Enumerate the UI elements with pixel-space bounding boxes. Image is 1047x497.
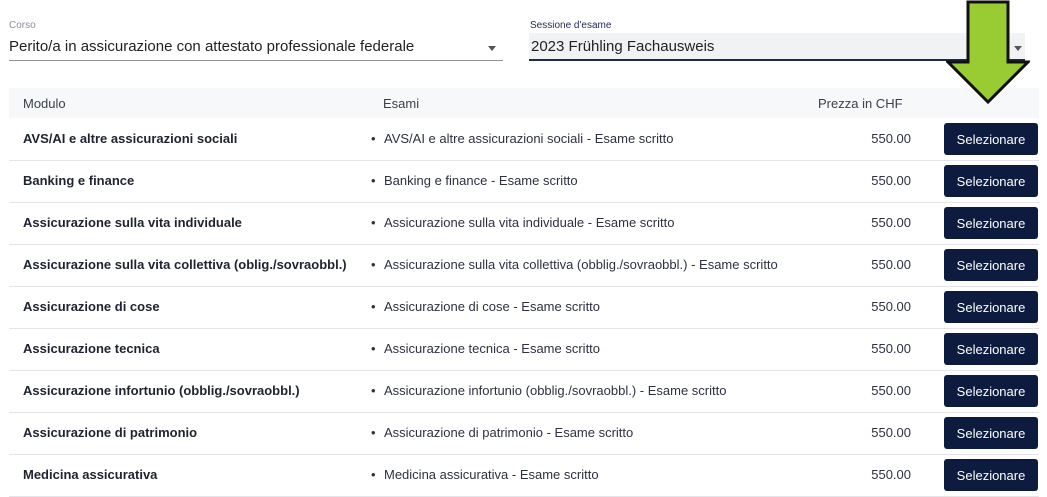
row-modulo: Assicurazione infortunio (obblig./sovrao… [23, 383, 300, 398]
selezionare-button[interactable]: Selezionare [944, 207, 1038, 239]
selezionare-button[interactable]: Selezionare [944, 165, 1038, 197]
sessione-label: Sessione d'esame [530, 20, 612, 31]
bullet-icon: • [371, 341, 376, 356]
header-modulo: Modulo [23, 96, 66, 111]
row-esame: Assicurazione di patrimonio - Esame scri… [384, 425, 634, 440]
bullet-icon: • [371, 173, 376, 188]
row-modulo: Assicurazione di cose [23, 299, 160, 314]
row-esame: AVS/AI e altre assicurazioni sociali - E… [384, 131, 674, 146]
table-row: Assicurazione sulla vita collettiva (obl… [9, 245, 1039, 287]
bullet-icon: • [371, 215, 376, 230]
down-arrow-icon [946, 0, 1030, 104]
row-prezzo: 550.00 [871, 215, 911, 230]
selezionare-button[interactable]: Selezionare [944, 291, 1038, 323]
row-esame: Medicina assicurativa - Esame scritto [384, 467, 599, 482]
row-prezzo: 550.00 [871, 383, 911, 398]
corso-select[interactable]: Perito/a in assicurazione con attestato … [9, 38, 414, 55]
row-prezzo: 550.00 [871, 299, 911, 314]
row-prezzo: 550.00 [871, 131, 911, 146]
row-prezzo: 550.00 [871, 467, 911, 482]
row-prezzo: 550.00 [871, 425, 911, 440]
selezionare-button[interactable]: Selezionare [944, 459, 1038, 491]
row-esame: Assicurazione sulla vita individuale - E… [384, 215, 675, 230]
row-prezzo: 550.00 [871, 341, 911, 356]
row-modulo: Medicina assicurativa [23, 467, 158, 482]
selezionare-button[interactable]: Selezionare [944, 375, 1038, 407]
corso-label: Corso [9, 20, 36, 31]
selezionare-button[interactable]: Selezionare [944, 123, 1038, 155]
sessione-select[interactable]: 2023 Frühling Fachausweis [531, 38, 714, 55]
bullet-icon: • [371, 383, 376, 398]
bullet-icon: • [371, 467, 376, 482]
table-row: Assicurazione tecnica • Assicurazione tecn… [9, 329, 1039, 371]
header-prezzo: Prezza in CHF [818, 96, 903, 111]
row-modulo: Assicurazione sulla vita individuale [23, 215, 242, 230]
table-row: Assicurazione di patrimonio • Assicurazion… [9, 413, 1039, 455]
table-row: Banking e finance • Banking e finance - Es… [9, 161, 1039, 203]
header-esami: Esami [383, 96, 420, 111]
table-row: Medicina assicurativa • Medicina assicurat… [9, 455, 1039, 497]
row-esame: Assicurazione tecnica - Esame scritto [384, 341, 601, 356]
row-esame: Banking e finance - Esame scritto [384, 173, 578, 188]
row-prezzo: 550.00 [871, 257, 911, 272]
row-modulo: AVS/AI e altre assicurazioni sociali [23, 131, 238, 146]
row-modulo: Assicurazione di patrimonio [23, 425, 198, 440]
row-prezzo: 550.00 [871, 173, 911, 188]
corso-chevron-down-icon[interactable] [488, 46, 496, 51]
corso-underline [9, 60, 503, 61]
selezionare-button[interactable]: Selezionare [944, 333, 1038, 365]
row-modulo: Assicurazione sulla vita collettiva (obl… [23, 257, 347, 272]
table-row: Assicurazione infortunio (obblig./sovrao… [9, 371, 1039, 413]
row-modulo: Assicurazione tecnica [23, 341, 160, 356]
selezionare-button[interactable]: Selezionare [944, 417, 1038, 449]
row-modulo: Banking e finance [23, 173, 135, 188]
row-esame: Assicurazione sulla vita collettiva (obb… [384, 257, 778, 272]
bullet-icon: • [371, 299, 376, 314]
table-row: AVS/AI e altre assicurazioni sociali • AVS… [9, 119, 1039, 161]
row-esame: Assicurazione di cose - Esame scritto [384, 299, 601, 314]
bullet-icon: • [371, 257, 376, 272]
bullet-icon: • [371, 425, 376, 440]
selezionare-button[interactable]: Selezionare [944, 249, 1038, 281]
table-row: Assicurazione di cose • Assicurazione di c… [9, 287, 1039, 329]
row-esame: Assicurazione infortunio (obblig./sovrao… [384, 383, 727, 398]
bullet-icon: • [371, 131, 376, 146]
table-row: Assicurazione sulla vita individuale • Ass… [9, 203, 1039, 245]
